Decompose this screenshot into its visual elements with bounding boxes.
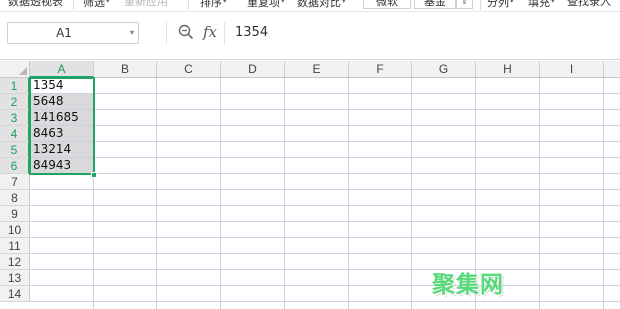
fill-button[interactable]: 填充▾ [528, 0, 555, 10]
ribbon-divider [73, 0, 74, 10]
spin-icon[interactable]: ⇕ [456, 0, 473, 9]
column-header-i[interactable]: I [540, 61, 604, 78]
gridline [411, 78, 412, 309]
gridline [156, 78, 157, 309]
gridline [348, 78, 349, 309]
row-header-1[interactable]: 1 [0, 78, 30, 94]
gridline [30, 237, 620, 238]
column-header-a[interactable]: A [30, 61, 94, 78]
watermark-logo: 聚集网 [432, 272, 504, 298]
sort-button[interactable]: 排序▾ [200, 0, 227, 10]
gridline [30, 173, 620, 174]
gridline [220, 78, 221, 309]
row-header-9[interactable]: 9 [0, 206, 30, 222]
formula-bar-divider [166, 22, 167, 44]
zoom-search-icon[interactable] [178, 24, 194, 40]
spreadsheet-grid[interactable]: A B C D E F G H I 1 2 3 4 5 6 7 8 9 10 1… [0, 61, 620, 309]
gridline [30, 301, 620, 302]
filter-button[interactable]: 筛选▾ [83, 0, 110, 10]
formula-input[interactable]: 1354 [224, 22, 620, 44]
gridline [30, 189, 620, 190]
gridline [30, 253, 620, 254]
row-header-4[interactable]: 4 [0, 126, 30, 142]
gridline [539, 78, 540, 309]
row-header-6[interactable]: 6 [0, 158, 30, 174]
column-header-h[interactable]: H [476, 61, 540, 78]
font-name-box[interactable]: 微软 [363, 0, 411, 9]
gridline [30, 285, 620, 286]
fx-icon[interactable]: fx [203, 22, 217, 42]
name-box[interactable]: A1 ▾ [7, 22, 139, 44]
data-compare-button[interactable]: 数据对比▾ [297, 0, 346, 10]
font-size-box[interactable]: 基金 [414, 0, 456, 9]
ribbon-divider [188, 0, 189, 10]
row-header-10[interactable]: 10 [0, 222, 30, 238]
row-header-14[interactable]: 14 [0, 286, 30, 302]
column-header-partial[interactable] [604, 61, 620, 78]
cell-a5[interactable]: 13214 [31, 142, 93, 157]
duplicates-button[interactable]: 重复项▾ [247, 0, 285, 10]
column-header-d[interactable]: D [221, 61, 285, 78]
gridline [30, 205, 620, 206]
row-header-7[interactable]: 7 [0, 174, 30, 190]
pivot-table-button[interactable]: 数据透视表 [8, 0, 63, 10]
reapply-button[interactable]: 重新应用 [124, 0, 168, 10]
row-header-2[interactable]: 2 [0, 94, 30, 110]
cell-a6[interactable]: 84943 [31, 158, 93, 173]
row-header-13[interactable]: 13 [0, 270, 30, 286]
find-entry-button[interactable]: 查找录入 [567, 0, 611, 10]
cell-a4[interactable]: 8463 [31, 126, 93, 141]
gridline [284, 78, 285, 309]
ribbon-divider [480, 0, 481, 10]
gridline [30, 125, 620, 126]
column-header-c[interactable]: C [157, 61, 221, 78]
select-all-triangle-icon [19, 67, 27, 75]
ribbon-toolbar: 数据透视表 筛选▾ 重新应用 排序▾ 重复项▾ 数据对比▾ 微软 基金 ⇕ 分列… [0, 0, 620, 12]
row-header-5[interactable]: 5 [0, 142, 30, 158]
column-header-e[interactable]: E [285, 61, 349, 78]
name-box-value: A1 [56, 26, 72, 40]
fill-handle[interactable] [91, 172, 97, 178]
row-header-11[interactable]: 11 [0, 238, 30, 254]
gridline [30, 93, 620, 94]
row-header-3[interactable]: 3 [0, 110, 30, 126]
cell-a2[interactable]: 5648 [31, 94, 93, 109]
gridline [30, 109, 620, 110]
column-header-g[interactable]: G [412, 61, 476, 78]
gridline [93, 78, 94, 309]
gridline [30, 141, 620, 142]
row-header-12[interactable]: 12 [0, 254, 30, 270]
cell-a3[interactable]: 141685 [31, 110, 93, 125]
gridline [30, 221, 620, 222]
column-header-b[interactable]: B [94, 61, 157, 78]
cell-a1[interactable]: 1354 [31, 78, 93, 93]
split-column-button[interactable]: 分列▾ [487, 0, 514, 10]
chevron-down-icon[interactable]: ▾ [130, 23, 134, 43]
row-header-8[interactable]: 8 [0, 190, 30, 206]
gridline [30, 269, 620, 270]
gridline [30, 157, 620, 158]
select-all-corner[interactable] [0, 61, 30, 78]
gridline [603, 78, 604, 309]
column-header-f[interactable]: F [349, 61, 412, 78]
